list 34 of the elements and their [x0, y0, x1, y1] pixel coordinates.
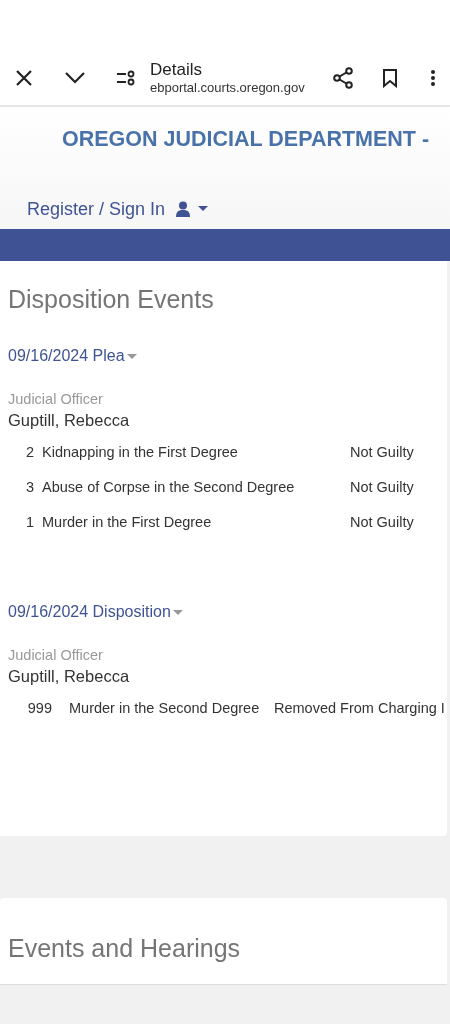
- section-heading: Disposition Events: [7, 284, 215, 315]
- charge-name: Murder in the Second Degree: [69, 700, 261, 718]
- charge-result: Not Guilty: [350, 479, 414, 497]
- url-text[interactable]: ebportal.courts.oregon.gov: [150, 80, 332, 95]
- charge-result: Not Guilty: [350, 514, 414, 532]
- settings-icon[interactable]: [116, 68, 136, 87]
- site-title: OREGON JUDICIAL DEPARTMENT -: [61, 126, 431, 153]
- charge-number: 2: [24, 444, 34, 462]
- caret-icon[interactable]: [172, 609, 183, 615]
- close-icon[interactable]: [14, 67, 34, 88]
- field-label: Judicial Officer: [8, 391, 104, 407]
- section-heading: Events and Hearings: [7, 933, 242, 963]
- register-sign-in-link[interactable]: Register / Sign In: [27, 198, 166, 220]
- officer-name: Guptill, Rebecca: [8, 667, 131, 686]
- charge-number: 1: [24, 514, 34, 532]
- chevron-down-icon[interactable]: [64, 70, 86, 85]
- charge-name: Kidnapping in the First Degree: [42, 444, 239, 462]
- share-icon[interactable]: [332, 66, 354, 89]
- officer-name: Guptill, Rebecca: [8, 411, 131, 430]
- charge-result: Removed From Charging I: [274, 700, 445, 718]
- charge-result: Not Guilty: [350, 444, 414, 462]
- user-icon[interactable]: [175, 201, 192, 217]
- charge-name: Abuse of Corpse in the Second Degree: [42, 479, 296, 497]
- event-link[interactable]: 09/16/2024 Plea: [8, 347, 125, 365]
- more-icon[interactable]: [430, 68, 436, 87]
- field-label: Judicial Officer: [8, 647, 104, 663]
- caret-icon[interactable]: [198, 206, 209, 212]
- charge-number: 3: [24, 479, 34, 497]
- charge-number: 999: [26, 700, 52, 718]
- bookmark-icon[interactable]: [382, 67, 398, 88]
- event-link[interactable]: 09/16/2024 Disposition: [8, 603, 171, 621]
- charge-name: Murder in the First Degree: [42, 514, 213, 532]
- caret-icon[interactable]: [126, 353, 137, 359]
- page-title: Details: [150, 60, 203, 80]
